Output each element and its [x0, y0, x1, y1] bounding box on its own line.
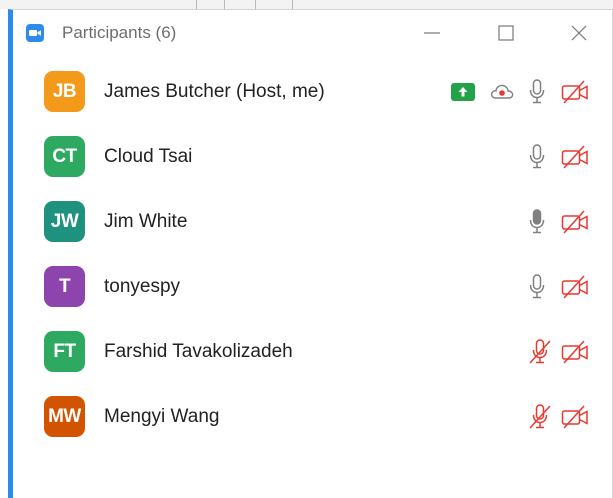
close-button[interactable] [559, 19, 599, 47]
microphone-icon[interactable] [528, 274, 546, 300]
microphone-icon[interactable] [528, 144, 546, 170]
microphone-icon[interactable] [528, 209, 546, 235]
minimize-icon [424, 32, 440, 34]
maximize-button[interactable] [486, 19, 526, 47]
participants-window: Participants (6) JB James Butcher (Host,… [8, 9, 613, 498]
avatar: T [44, 266, 85, 307]
microphone-muted-icon[interactable] [528, 404, 554, 430]
avatar: FT [44, 331, 85, 372]
participant-row[interactable]: CT Cloud Tsai [13, 125, 612, 189]
participant-row[interactable]: JW Jim White [13, 190, 612, 254]
avatar: JB [44, 71, 85, 112]
participant-name: Mengyi Wang [104, 406, 220, 427]
participant-row[interactable]: JB James Butcher (Host, me) [13, 60, 612, 124]
video-off-icon[interactable] [561, 274, 589, 300]
background-divider [255, 0, 256, 9]
participant-name: tonyespy [104, 276, 181, 297]
microphone-icon[interactable] [528, 79, 546, 105]
screen-share-icon [451, 83, 475, 101]
video-off-icon[interactable] [561, 209, 589, 235]
participant-name: Cloud Tsai [104, 146, 193, 167]
maximize-icon [498, 25, 514, 41]
video-off-icon[interactable] [561, 339, 589, 365]
background-divider [196, 0, 197, 9]
participant-row[interactable]: MW Mengyi Wang [13, 385, 612, 449]
close-icon [571, 25, 587, 41]
participant-name: Farshid Tavakolizadeh [104, 341, 293, 362]
avatar: MW [44, 396, 85, 437]
zoom-app-icon [26, 24, 44, 42]
video-off-icon[interactable] [561, 144, 589, 170]
video-off-icon[interactable] [561, 404, 589, 430]
background-window-edge [0, 0, 613, 9]
participant-row[interactable]: FT Farshid Tavakolizadeh [13, 320, 612, 384]
participant-name: James Butcher (Host, me) [104, 81, 325, 102]
cloud-recording-icon [489, 82, 515, 102]
background-divider [224, 0, 225, 9]
participant-row[interactable]: T tonyespy [13, 255, 612, 319]
microphone-muted-icon[interactable] [528, 339, 554, 365]
background-divider [292, 0, 293, 9]
video-off-icon[interactable] [561, 79, 589, 105]
avatar: CT [44, 136, 85, 177]
window-title: Participants (6) [62, 23, 177, 42]
avatar: JW [44, 201, 85, 242]
title-bar[interactable]: Participants (6) [13, 10, 612, 56]
participant-name: Jim White [104, 211, 188, 232]
minimize-button[interactable] [412, 19, 452, 47]
